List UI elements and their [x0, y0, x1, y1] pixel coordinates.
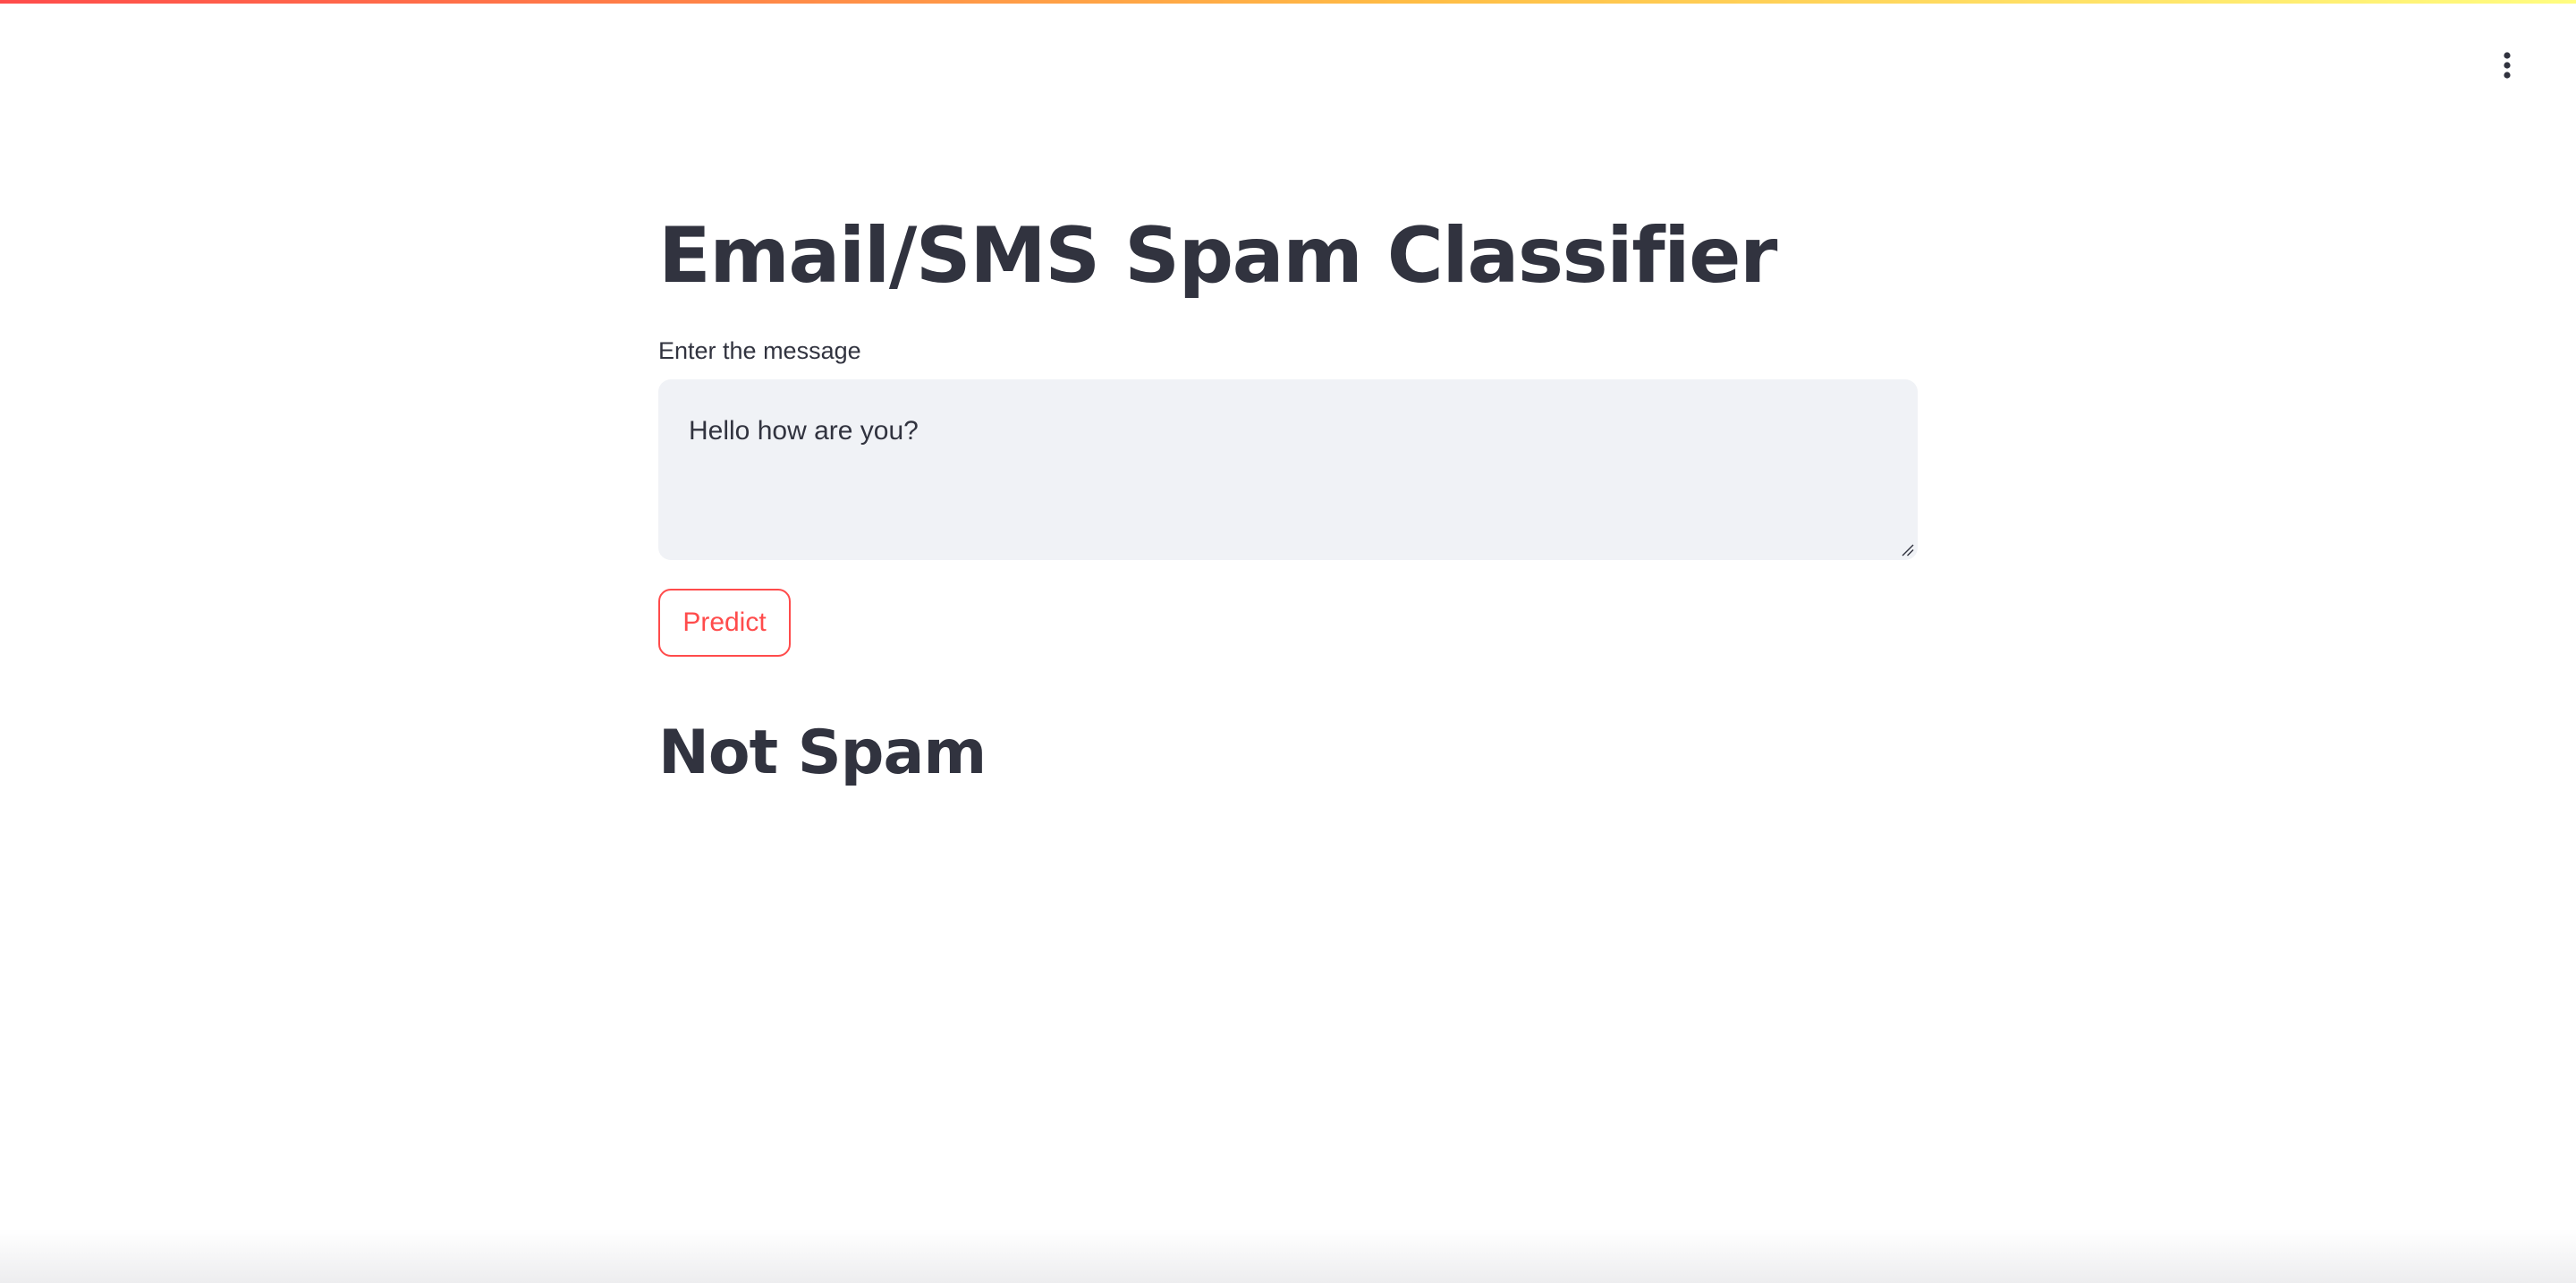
app-root: Email/SMS Spam Classifier Enter the mess…	[0, 0, 2576, 1283]
main-menu-button[interactable]	[2485, 43, 2529, 88]
message-textarea-container	[658, 379, 1918, 560]
page-title: Email/SMS Spam Classifier	[658, 211, 1777, 301]
message-field-label: Enter the message	[658, 337, 861, 364]
vertical-ellipsis-icon	[2504, 52, 2511, 79]
prediction-result: Not Spam	[658, 718, 987, 788]
message-textarea[interactable]	[658, 379, 1918, 560]
resize-grip-icon[interactable]	[1900, 542, 1914, 557]
predict-button[interactable]: Predict	[658, 589, 791, 657]
bottom-shadow	[0, 1229, 2576, 1283]
top-decoration-bar	[0, 0, 2576, 4]
